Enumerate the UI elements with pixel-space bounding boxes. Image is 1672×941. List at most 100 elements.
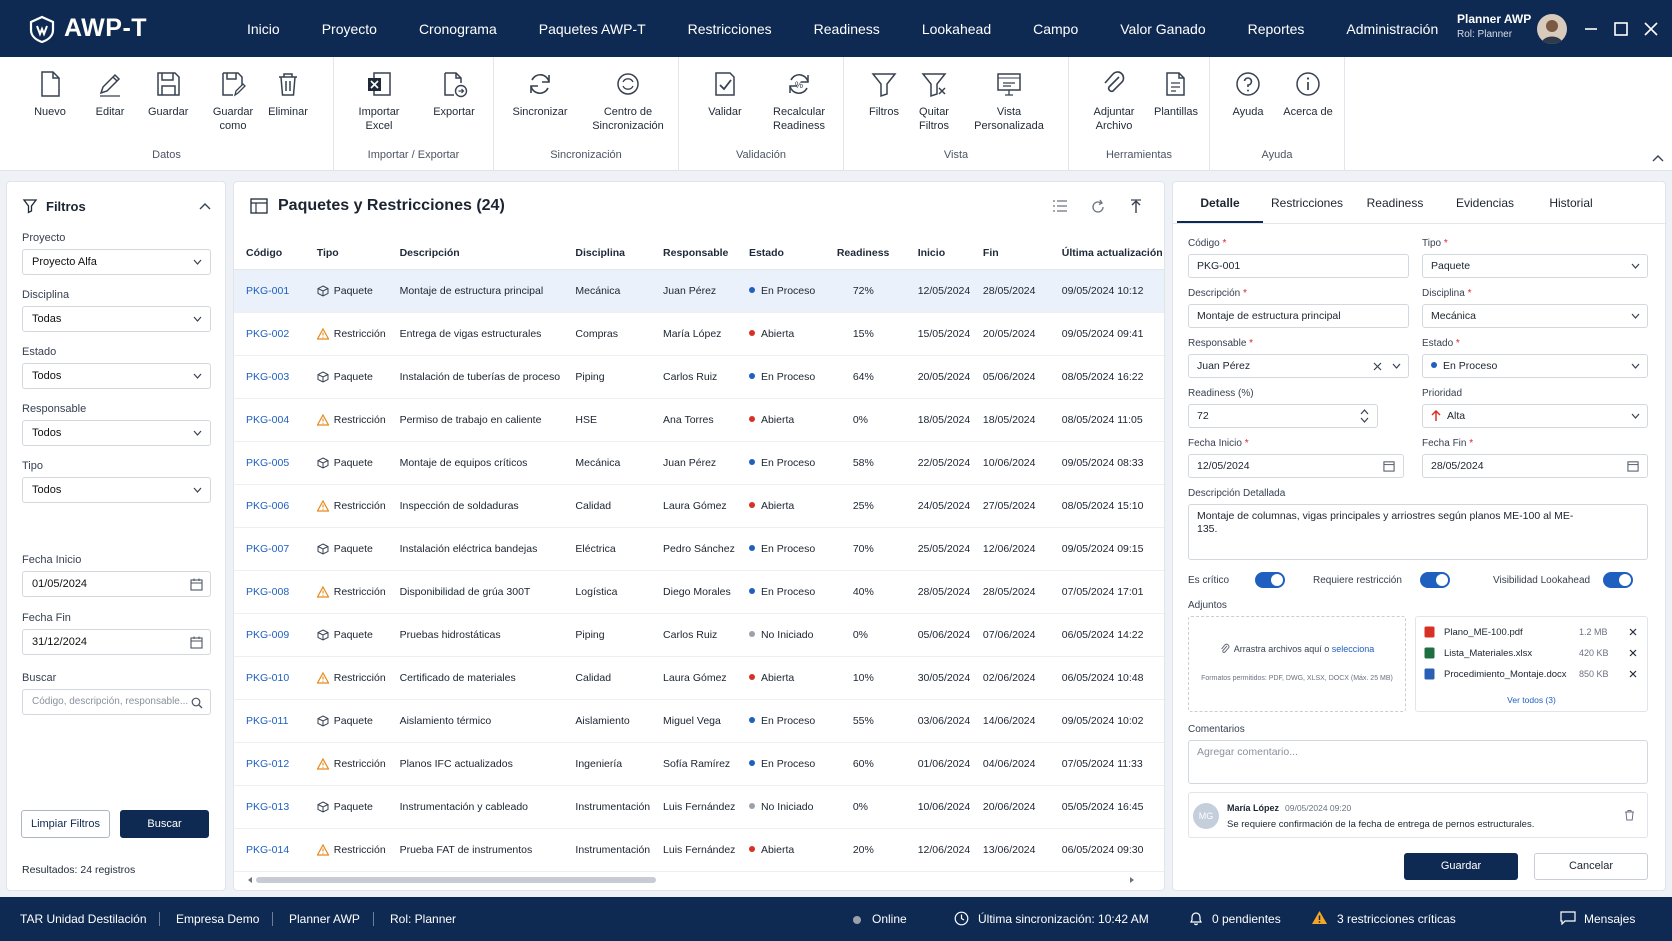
fecha-inicio-input[interactable]: 12/05/2024 [1188,454,1404,478]
filter-select-2[interactable]: Todos [22,363,211,389]
fecha-fin-input[interactable]: 31/12/2024 [22,629,211,655]
table-row[interactable]: PKG-012 Restricción Planos IFC actualizado… [234,742,1164,786]
ribbon-button-file[interactable]: Nuevo [30,69,70,119]
ribbon-button-excel[interactable]: Importar Excel [354,69,404,133]
ribbon-button-help[interactable]: Ayuda [1228,69,1268,119]
ribbon-button-recalc[interactable]: % Recalcular Readiness [767,69,831,133]
table-row[interactable]: PKG-003 Paquete Instalación de tuberías de… [234,355,1164,399]
ribbon-button-save-as[interactable]: Guardar como [208,69,258,133]
ribbon-button-trash[interactable]: Eliminar [268,69,308,119]
stepper-icon[interactable] [1360,408,1369,424]
critical-restrictions[interactable]: 3 restricciones críticas [1337,912,1456,926]
attachment-item[interactable]: Lista_Materiales.xlsx 420 KB [1424,646,1639,662]
ribbon-button-template[interactable]: Plantillas [1151,69,1201,119]
app-logo[interactable]: AWP-T [28,14,198,43]
fecha-fin-input[interactable]: 28/05/2024 [1422,454,1648,478]
horizontal-scrollbar[interactable] [246,876,1136,884]
disciplina-select[interactable]: Mecánica [1422,304,1648,328]
descripcion-input[interactable]: Montaje de estructura principal [1188,304,1409,328]
tab-3[interactable]: Evidencias [1439,182,1531,223]
column-header[interactable]: Estado [736,237,825,270]
filter-select-3[interactable]: Todos [22,420,211,446]
attachment-item[interactable]: Procedimiento_Montaje.docx 850 KB [1424,667,1639,683]
ribbon-button-info[interactable]: Acerca de [1278,69,1338,119]
nav-item-5[interactable]: Readiness [793,21,901,37]
table-cell[interactable]: PKG-013 [234,785,305,829]
table-row[interactable]: PKG-007 Paquete Instalación eléctrica band… [234,527,1164,571]
table-cell[interactable]: PKG-012 [234,742,305,786]
table-row[interactable]: PKG-002 Restricción Entrega de vigas estru… [234,312,1164,356]
ribbon-button-sync[interactable]: Sincronizar [512,69,568,119]
maximize-icon[interactable] [1610,18,1632,40]
nav-item-1[interactable]: Proyecto [301,21,398,37]
visibilidad-lookahead-toggle[interactable] [1603,572,1633,588]
table-cell[interactable]: PKG-001 [234,269,305,313]
tab-0[interactable]: Detalle [1177,182,1263,223]
table-cell[interactable]: PKG-010 [234,656,305,700]
message-icon[interactable] [1560,911,1576,925]
remove-icon[interactable] [1629,649,1637,657]
table-cell[interactable]: PKG-006 [234,484,305,528]
estado-select[interactable]: En Proceso [1422,354,1648,378]
collapse-ribbon-icon[interactable] [1652,154,1664,162]
table-row[interactable]: PKG-011 Paquete Aislamiento térmico Aislami… [234,699,1164,743]
file-drop-zone[interactable]: Arrastra archivos aquí o selecciona Form… [1188,616,1406,712]
nav-item-7[interactable]: Campo [1012,21,1099,37]
table-cell[interactable]: PKG-002 [234,312,305,356]
remove-icon[interactable] [1629,628,1637,636]
table-cell[interactable]: PKG-003 [234,355,305,399]
ribbon-button-validate[interactable]: Validar [705,69,745,119]
table-row[interactable]: PKG-010 Restricción Certificado de materia… [234,656,1164,700]
column-header[interactable]: Última actualización [1049,237,1164,270]
nav-item-3[interactable]: Paquetes AWP-T [518,21,667,37]
fecha-inicio-input[interactable]: 01/05/2024 [22,571,211,597]
tab-4[interactable]: Historial [1531,182,1611,223]
es-critico-toggle[interactable] [1255,572,1285,588]
calendar-icon[interactable] [190,636,203,649]
filters-header[interactable]: Filtros [22,198,86,214]
calendar-icon[interactable] [190,578,203,591]
table-row[interactable]: PKG-004 Restricción Permiso de trabajo en … [234,398,1164,442]
calendar-icon[interactable] [1383,460,1395,472]
table-cell[interactable]: PKG-004 [234,398,305,442]
table-row[interactable]: PKG-013 Paquete Instrumentación y cableado… [234,785,1164,829]
close-icon[interactable] [1640,18,1662,40]
tab-1[interactable]: Restricciones [1263,182,1351,223]
column-header[interactable]: Inicio [905,237,971,270]
comment-input[interactable]: Agregar comentario... [1188,740,1648,784]
nav-item-9[interactable]: Reportes [1227,21,1326,37]
guardar-button[interactable]: Guardar [1404,853,1518,880]
readiness-input[interactable]: 72 [1188,404,1378,428]
ribbon-button-save[interactable]: Guardar [148,69,188,119]
list-view-icon[interactable] [1052,199,1068,213]
table-cell[interactable]: PKG-008 [234,570,305,614]
nav-item-2[interactable]: Cronograma [398,21,518,37]
column-header[interactable]: Fin [970,237,1050,270]
table-row[interactable]: PKG-005 Paquete Montaje de equipos crítico… [234,441,1164,485]
sort-up-icon[interactable] [1130,199,1142,215]
nav-item-4[interactable]: Restricciones [667,21,793,37]
column-header[interactable]: Descripción [387,237,564,270]
table-cell[interactable]: PKG-014 [234,828,305,872]
filter-select-4[interactable]: Todos [22,477,211,503]
messages-link[interactable]: Mensajes [1584,912,1635,926]
codigo-input[interactable]: PKG-001 [1188,254,1409,278]
user-info[interactable]: Planner AWP Rol: Planner [1457,12,1531,40]
search-button[interactable]: Buscar [120,810,209,838]
table-cell[interactable]: PKG-009 [234,613,305,657]
prioridad-select[interactable]: Alta [1422,404,1648,428]
user-avatar[interactable] [1537,14,1567,44]
pending-count[interactable]: 0 pendientes [1212,912,1281,926]
table-cell[interactable]: PKG-007 [234,527,305,571]
trash-icon[interactable] [1624,809,1635,821]
filter-select-1[interactable]: Todas [22,306,211,332]
bell-icon[interactable] [1189,910,1203,926]
search-input[interactable]: Código, descripción, responsable... [22,689,211,715]
table-row[interactable]: PKG-006 Restricción Inspección de soldadur… [234,484,1164,528]
filter-select-0[interactable]: Proyecto Alfa [22,249,211,275]
refresh-icon[interactable] [1090,199,1106,215]
ribbon-button-sync-center[interactable]: Centro de Sincronización [586,69,670,133]
tipo-select[interactable]: Paquete [1422,254,1648,278]
column-header[interactable]: Disciplina [563,237,652,270]
table-cell[interactable]: PKG-005 [234,441,305,485]
